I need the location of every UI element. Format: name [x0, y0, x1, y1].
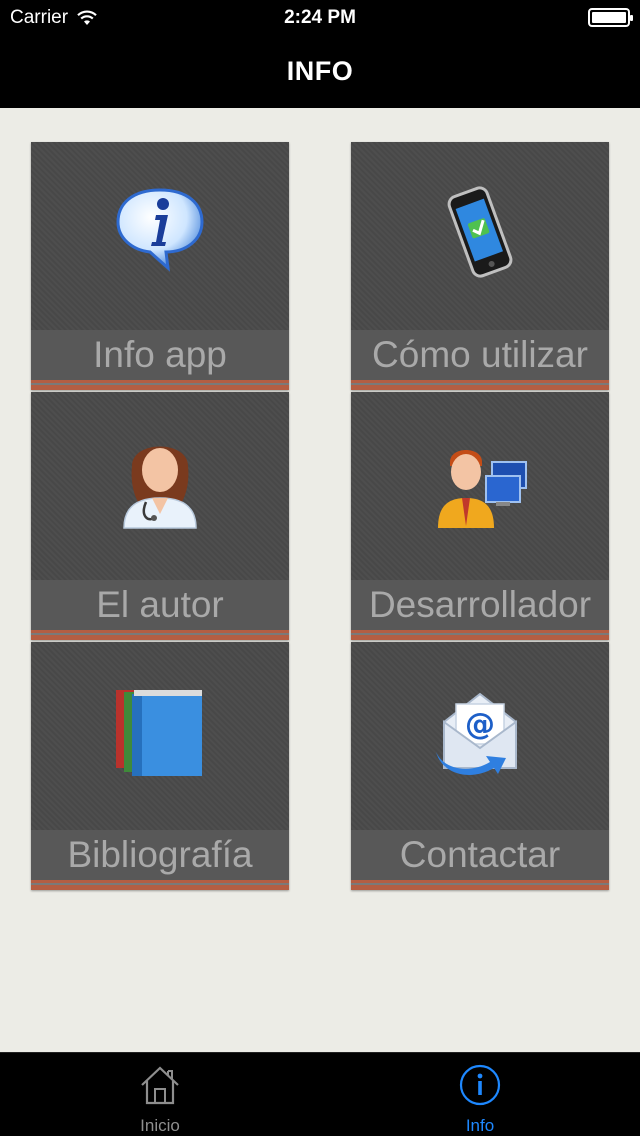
tile-label: El autor [31, 580, 289, 630]
tab-label: Info [465, 1116, 495, 1135]
tile-el-autor[interactable]: El autor [31, 392, 289, 640]
doctor-icon [123, 446, 197, 529]
top-bar: Carrier 2:24 PM INFO [0, 0, 640, 108]
tab-bar: Inicio Info [0, 1052, 640, 1136]
tile-accent-stripe [351, 380, 609, 390]
tile-accent-stripe [351, 630, 609, 640]
tile-como-utilizar[interactable]: Cómo utilizar [351, 142, 609, 390]
tab-label: Inicio [140, 1116, 180, 1135]
tile-accent-stripe [351, 880, 609, 890]
page-title: INFO [286, 56, 354, 86]
svg-text:@: @ [465, 707, 495, 742]
tile-bibliografia[interactable]: Bibliografía [31, 642, 289, 890]
developer-icon [438, 450, 527, 528]
email-envelope-icon: @ [436, 692, 517, 775]
tile-accent-stripe [31, 380, 289, 390]
tile-accent-stripe [31, 880, 289, 890]
tile-contactar[interactable]: @ Contactar [351, 642, 609, 890]
tile-info-app[interactable]: Info app [31, 142, 289, 390]
smartphone-icon [447, 186, 513, 278]
home-icon [141, 1066, 179, 1105]
status-bar: Carrier 2:24 PM [0, 0, 640, 36]
tab-inicio[interactable]: Inicio [80, 1053, 240, 1136]
tile-label: Contactar [351, 830, 609, 880]
tile-label: Cómo utilizar [351, 330, 609, 380]
books-icon [116, 690, 202, 776]
tile-label: Desarrollador [351, 580, 609, 630]
tab-info[interactable]: Info [400, 1053, 560, 1136]
tile-label: Bibliografía [31, 830, 289, 880]
tile-accent-stripe [31, 630, 289, 640]
info-circle-icon [459, 1064, 501, 1106]
battery-icon [588, 8, 633, 27]
info-bubble-icon [116, 188, 204, 272]
tile-label: Info app [31, 330, 289, 380]
clock: 2:24 PM [284, 7, 356, 28]
tile-desarrollador[interactable]: Desarrollador [351, 392, 609, 640]
